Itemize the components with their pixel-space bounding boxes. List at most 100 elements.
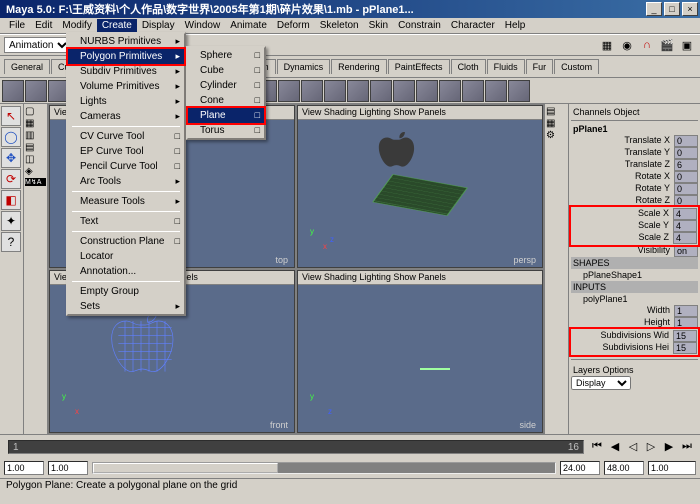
menu-window[interactable]: Window <box>180 19 226 32</box>
shelf-icon[interactable] <box>370 80 392 102</box>
ipr-icon[interactable]: ▣ <box>678 36 696 54</box>
menu-subdiv-primitives[interactable]: Subdiv Primitives <box>68 64 184 79</box>
menu-polygon-primitives[interactable]: Polygon Primitives <box>68 49 184 64</box>
menu-constrain[interactable]: Constrain <box>393 19 446 32</box>
shelf-icon[interactable] <box>2 80 24 102</box>
polygon-submenu[interactable]: Sphere Cube Cylinder Cone Plane Torus <box>186 46 266 140</box>
attr-value[interactable]: 1 <box>674 305 698 317</box>
shelf-custom[interactable]: Custom <box>554 59 599 74</box>
channelbox-toggle-icon[interactable]: ▤ <box>546 106 567 117</box>
range-thumb[interactable] <box>93 463 278 473</box>
lasso-tool-icon[interactable]: ◯ <box>1 127 21 147</box>
shelf-cloth[interactable]: Cloth <box>451 59 486 74</box>
shelf-icon[interactable] <box>347 80 369 102</box>
time-slider[interactable]: 1 16 ⏮ ◀ ◁ ▷ ▶ ⏭ <box>0 434 700 458</box>
tool-settings-icon[interactable]: ⚙ <box>546 130 567 141</box>
menu-locator[interactable]: Locator <box>68 249 184 264</box>
channels-tabs[interactable]: Channels Object <box>571 106 698 118</box>
script-icon[interactable]: M↯A <box>25 178 46 186</box>
menu-arc-tools[interactable]: Arc Tools <box>68 174 184 189</box>
move-tool-icon[interactable]: ✥ <box>1 148 21 168</box>
attr-value[interactable]: 0 <box>674 135 698 147</box>
attr-value[interactable]: 0 <box>674 171 698 183</box>
attr-label[interactable]: Rotate X <box>571 171 674 183</box>
vert-split-icon[interactable]: ▥ <box>25 130 46 141</box>
create-menu[interactable]: NURBS Primitives Polygon Primitives Subd… <box>66 32 186 316</box>
attr-label[interactable]: Scale X <box>572 208 673 220</box>
scale-tool-icon[interactable]: ◧ <box>1 190 21 210</box>
current-time-field[interactable] <box>648 461 696 475</box>
range-end-field[interactable] <box>604 461 644 475</box>
viewport-menu[interactable]: View Shading Lighting Show Panels <box>298 106 542 120</box>
submenu-plane[interactable]: Plane <box>188 108 264 123</box>
shelf-paintfx[interactable]: PaintEffects <box>388 59 450 74</box>
attr-value[interactable]: 4 <box>673 220 697 232</box>
attr-label[interactable]: Visibility <box>571 245 674 257</box>
menu-animate[interactable]: Animate <box>225 19 272 32</box>
shelf-rendering[interactable]: Rendering <box>331 59 387 74</box>
menu-cv-curve[interactable]: CV Curve Tool <box>68 129 184 144</box>
persp-outliner-icon[interactable]: ◫ <box>25 154 46 165</box>
attr-label[interactable]: Translate Y <box>571 147 674 159</box>
shelf-fur[interactable]: Fur <box>526 59 554 74</box>
menu-measure-tools[interactable]: Measure Tools <box>68 194 184 209</box>
submenu-torus[interactable]: Torus <box>188 123 264 138</box>
play-start-icon[interactable]: ⏮ <box>588 438 606 456</box>
maximize-button[interactable]: □ <box>664 2 680 16</box>
attr-label[interactable]: Rotate Z <box>571 195 674 207</box>
attreditor-toggle-icon[interactable]: ▦ <box>546 118 567 129</box>
menu-character[interactable]: Character <box>446 19 500 32</box>
attr-label[interactable]: Subdivisions Wid <box>572 330 673 342</box>
viewport-persp[interactable]: View Shading Lighting Show Panels xyz pe… <box>297 105 543 268</box>
menu-construction-plane[interactable]: Construction Plane <box>68 234 184 249</box>
shape-node[interactable]: pPlaneShape1 <box>571 269 698 281</box>
menu-deform[interactable]: Deform <box>272 19 315 32</box>
select-tool-icon[interactable]: ↖ <box>1 106 21 126</box>
menu-modify[interactable]: Modify <box>57 19 96 32</box>
menu-volume-primitives[interactable]: Volume Primitives <box>68 79 184 94</box>
four-view-icon[interactable]: ▦ <box>25 118 46 129</box>
node-name[interactable]: pPlane1 <box>571 123 698 135</box>
single-view-icon[interactable]: ▢ <box>25 106 46 117</box>
attr-value[interactable]: 4 <box>673 232 697 244</box>
attr-label[interactable]: Rotate Y <box>571 183 674 195</box>
hypershade-icon[interactable]: ◈ <box>25 166 46 177</box>
shelf-fluids[interactable]: Fluids <box>487 59 525 74</box>
menu-ep-curve[interactable]: EP Curve Tool <box>68 144 184 159</box>
layers-header[interactable]: Layers Options <box>571 364 698 376</box>
attr-value[interactable]: on <box>674 245 698 257</box>
menu-skeleton[interactable]: Skeleton <box>315 19 364 32</box>
last-tool-icon[interactable]: ? <box>1 232 21 252</box>
shelf-icon[interactable] <box>393 80 415 102</box>
attr-value[interactable]: 6 <box>674 159 698 171</box>
play-fwd-icon[interactable]: ▷ <box>642 438 660 456</box>
range-track[interactable] <box>92 462 556 474</box>
poly-plane-object[interactable] <box>372 174 468 216</box>
attr-value[interactable]: 15 <box>673 330 697 342</box>
minimize-button[interactable]: _ <box>646 2 662 16</box>
manip-tool-icon[interactable]: ✦ <box>1 211 21 231</box>
menu-file[interactable]: File <box>4 19 30 32</box>
shelf-general[interactable]: General <box>4 59 50 74</box>
rotate-tool-icon[interactable]: ⟳ <box>1 169 21 189</box>
submenu-cube[interactable]: Cube <box>188 63 264 78</box>
menu-sets[interactable]: Sets <box>68 299 184 314</box>
submenu-cylinder[interactable]: Cylinder <box>188 78 264 93</box>
menu-annotation[interactable]: Annotation... <box>68 264 184 279</box>
snap-curve-icon[interactable]: ◉ <box>618 36 636 54</box>
attr-label[interactable]: Translate Z <box>571 159 674 171</box>
range-slider[interactable] <box>0 458 700 478</box>
menu-nurbs-primitives[interactable]: NURBS Primitives <box>68 34 184 49</box>
submenu-sphere[interactable]: Sphere <box>188 48 264 63</box>
range-vis-end-field[interactable] <box>560 461 600 475</box>
menu-create[interactable]: Create <box>97 19 137 32</box>
viewport-menu[interactable]: View Shading Lighting Show Panels <box>298 271 542 285</box>
attr-value[interactable]: 15 <box>673 342 697 354</box>
menu-display[interactable]: Display <box>137 19 180 32</box>
viewport-side[interactable]: View Shading Lighting Show Panels yz sid… <box>297 270 543 433</box>
menu-help[interactable]: Help <box>500 19 531 32</box>
menu-pencil-curve[interactable]: Pencil Curve Tool <box>68 159 184 174</box>
shelf-dynamics[interactable]: Dynamics <box>277 59 331 74</box>
shelf-icon[interactable] <box>508 80 530 102</box>
menu-empty-group[interactable]: Empty Group <box>68 284 184 299</box>
